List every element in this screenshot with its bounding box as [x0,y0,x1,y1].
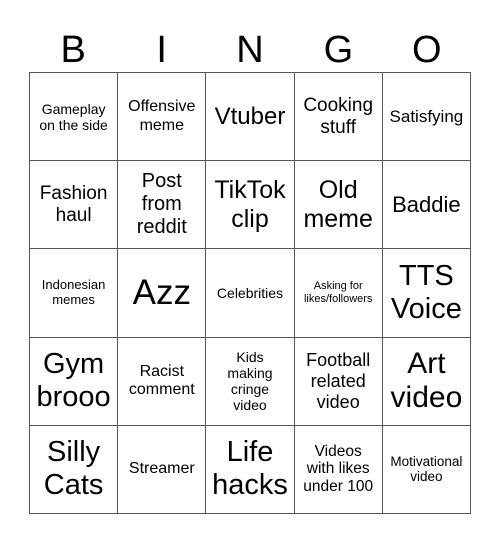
bingo-cell[interactable]: Kids making cringe video [206,337,295,426]
bingo-header: B I N G O [29,28,471,72]
bingo-cell[interactable]: Post from reddit [118,161,207,250]
header-letter-g: G [323,29,354,71]
bingo-cell[interactable]: Motivational video [382,425,471,514]
bingo-cell[interactable]: Fashion haul [30,161,119,250]
bingo-cell[interactable]: Silly Cats [30,425,119,514]
bingo-cell[interactable]: Videos with likes under 100 [294,425,383,514]
bingo-cell[interactable]: Gym brooo [30,337,119,426]
bingo-cell[interactable]: Asking for likes/followers [294,249,383,338]
header-letter-b: B [60,29,86,71]
bingo-cell[interactable]: Offensive meme [118,73,207,162]
header-letter-n: N [236,29,264,71]
bingo-cell[interactable]: Satisfying [382,73,471,162]
header-letter-i: I [156,29,167,71]
bingo-cell[interactable]: Vtuber [206,73,295,162]
bingo-cell[interactable]: Art video [382,337,471,426]
header-letter-o: O [412,29,442,71]
bingo-cell[interactable]: TTS Voice [382,249,471,338]
bingo-cell[interactable]: Football related video [294,337,383,426]
bingo-cell[interactable]: Azz [118,249,207,338]
bingo-cell[interactable]: Indonesian memes [30,249,119,338]
bingo-cell[interactable]: Baddie [382,161,471,250]
bingo-cell[interactable]: Racist comment [118,337,207,426]
bingo-cell[interactable]: Celebrities [206,249,295,338]
bingo-cell[interactable]: TikTok clip [206,161,295,250]
bingo-cell[interactable]: Streamer [118,425,207,514]
bingo-cell[interactable]: Cooking stuff [294,73,383,162]
bingo-grid: Gameplay on the side Offensive meme Vtub… [29,72,471,514]
bingo-cell[interactable]: Old meme [294,161,383,250]
bingo-cell[interactable]: Gameplay on the side [30,73,119,162]
bingo-cell[interactable]: Life hacks [206,425,295,514]
